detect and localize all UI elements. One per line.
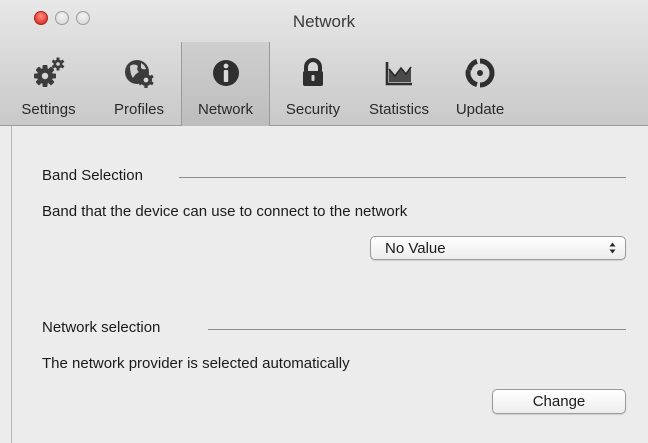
chart-icon — [385, 62, 412, 86]
tab-profiles-label: Profiles — [113, 101, 165, 118]
window-title: Network — [292, 12, 356, 31]
tab-profiles[interactable]: Profiles — [97, 42, 181, 126]
globe-gear-icon — [125, 60, 154, 88]
toolbar: Network Settings Profiles Network Securi… — [0, 0, 648, 126]
tab-network[interactable]: Network — [181, 42, 270, 126]
tab-statistics[interactable]: Statistics — [356, 42, 442, 126]
network-selection-heading: Network selection — [42, 319, 161, 336]
band-selection-description: Band that the device can use to connect … — [42, 203, 408, 220]
band-selection-heading: Band Selection — [42, 167, 143, 184]
tab-statistics-label: Statistics — [368, 101, 429, 118]
tab-settings-label: Settings — [21, 101, 76, 118]
band-selection-divider — [179, 177, 626, 178]
tab-update[interactable]: Update — [442, 42, 518, 126]
band-select[interactable]: No Value — [370, 236, 626, 260]
gears-icon — [33, 57, 64, 87]
lock-icon — [303, 58, 323, 86]
preferences-window: Network Settings Profiles Network Securi… — [0, 0, 648, 443]
tab-security-label: Security — [285, 101, 341, 118]
network-selection-description: The network provider is selected automat… — [42, 355, 350, 372]
tab-network-label: Network — [197, 101, 253, 118]
network-selection-divider — [208, 329, 626, 330]
up-down-arrows-icon — [609, 242, 616, 254]
tab-settings[interactable]: Settings — [0, 42, 97, 126]
tab-security[interactable]: Security — [270, 42, 356, 126]
change-button[interactable]: Change — [492, 389, 626, 414]
tab-update-label: Update — [455, 101, 505, 118]
info-icon — [212, 60, 239, 86]
network-pane: Band Selection Band that the device can … — [11, 126, 648, 443]
update-icon — [465, 58, 495, 88]
band-select-value: No Value — [385, 240, 446, 257]
